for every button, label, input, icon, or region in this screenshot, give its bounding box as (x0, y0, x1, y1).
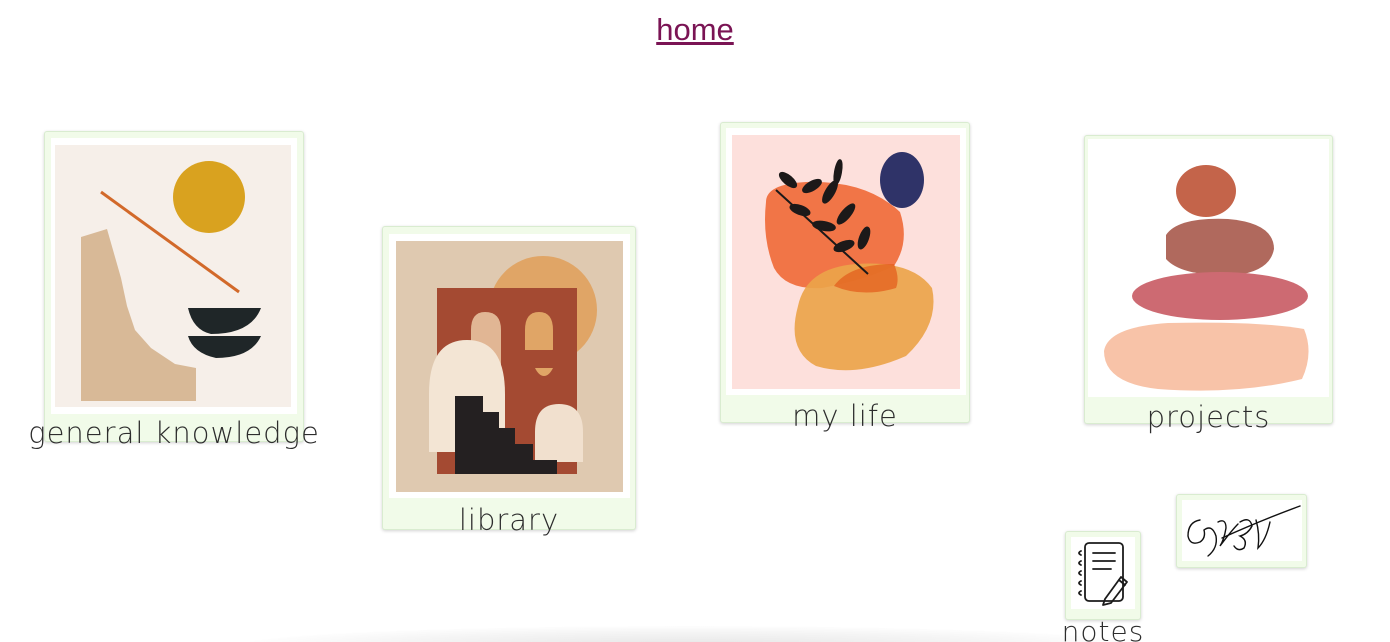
general-knowledge-artwork (51, 138, 297, 414)
card-caption: projects (1146, 400, 1271, 434)
stacked-stones-art (1104, 165, 1309, 391)
card-notes[interactable]: notes (1062, 531, 1143, 642)
notes-icon-frame (1071, 537, 1135, 609)
abstract-leaves-art (732, 135, 960, 389)
my-life-artwork (726, 128, 966, 395)
card-library[interactable]: library (382, 226, 636, 537)
abstract-arches-art (396, 241, 623, 492)
library-artwork (389, 234, 630, 498)
card-projects[interactable]: projects (1084, 135, 1333, 434)
notebook-pencil-icon (1078, 542, 1128, 606)
home-link[interactable]: home (0, 12, 1390, 48)
card-general-knowledge[interactable]: general knowledge (28, 131, 319, 450)
signature-scribble (1187, 505, 1301, 557)
card-signature[interactable] (1176, 494, 1307, 568)
projects-artwork (1088, 139, 1329, 397)
abstract-stairs-art (55, 145, 291, 407)
card-caption: library (458, 503, 560, 537)
card-caption: my life (792, 399, 898, 433)
signature-image (1182, 500, 1302, 561)
scroll-shadow (240, 626, 1140, 642)
card-my-life[interactable]: my life (720, 122, 970, 433)
card-caption: general knowledge (28, 416, 320, 450)
